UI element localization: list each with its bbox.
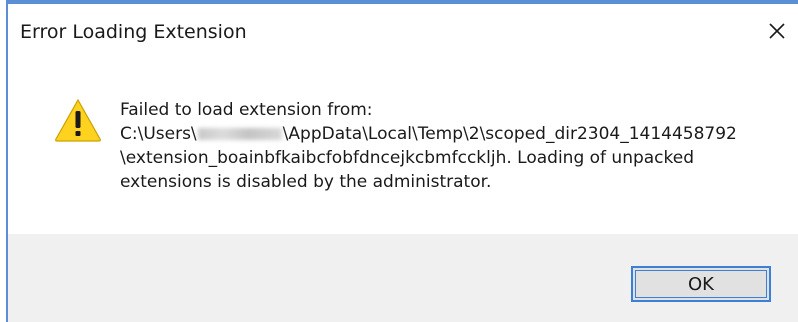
path-suffix: \AppData\Local\Temp\2\scoped_dir2304_141… — [282, 124, 737, 144]
ok-button[interactable]: OK — [631, 266, 771, 302]
dialog-content: Failed to load extension from: C:\Users\… — [8, 60, 798, 234]
path-prefix: C:\Users\ — [120, 124, 197, 144]
error-message: Failed to load extension from: C:\Users\… — [120, 98, 790, 194]
warning-icon — [55, 98, 101, 142]
error-dialog: Error Loading Extension Failed to load e… — [0, 0, 798, 322]
message-path-line: C:\Users\ \AppData\Local\Temp\2\scoped_di… — [120, 122, 790, 146]
message-line: \extension_boainbfkaibcfobfdncejkcbmfcck… — [120, 148, 695, 168]
ok-button-label: OK — [688, 273, 714, 295]
close-button[interactable] — [762, 16, 792, 46]
dialog-title: Error Loading Extension — [20, 21, 247, 43]
close-icon — [769, 23, 785, 39]
redacted-username — [197, 128, 282, 140]
title-bar: Error Loading Extension — [8, 4, 798, 60]
message-line: Failed to load extension from: — [120, 100, 373, 120]
message-line: extensions is disabled by the administra… — [120, 172, 492, 192]
dialog-footer: OK — [8, 234, 798, 322]
